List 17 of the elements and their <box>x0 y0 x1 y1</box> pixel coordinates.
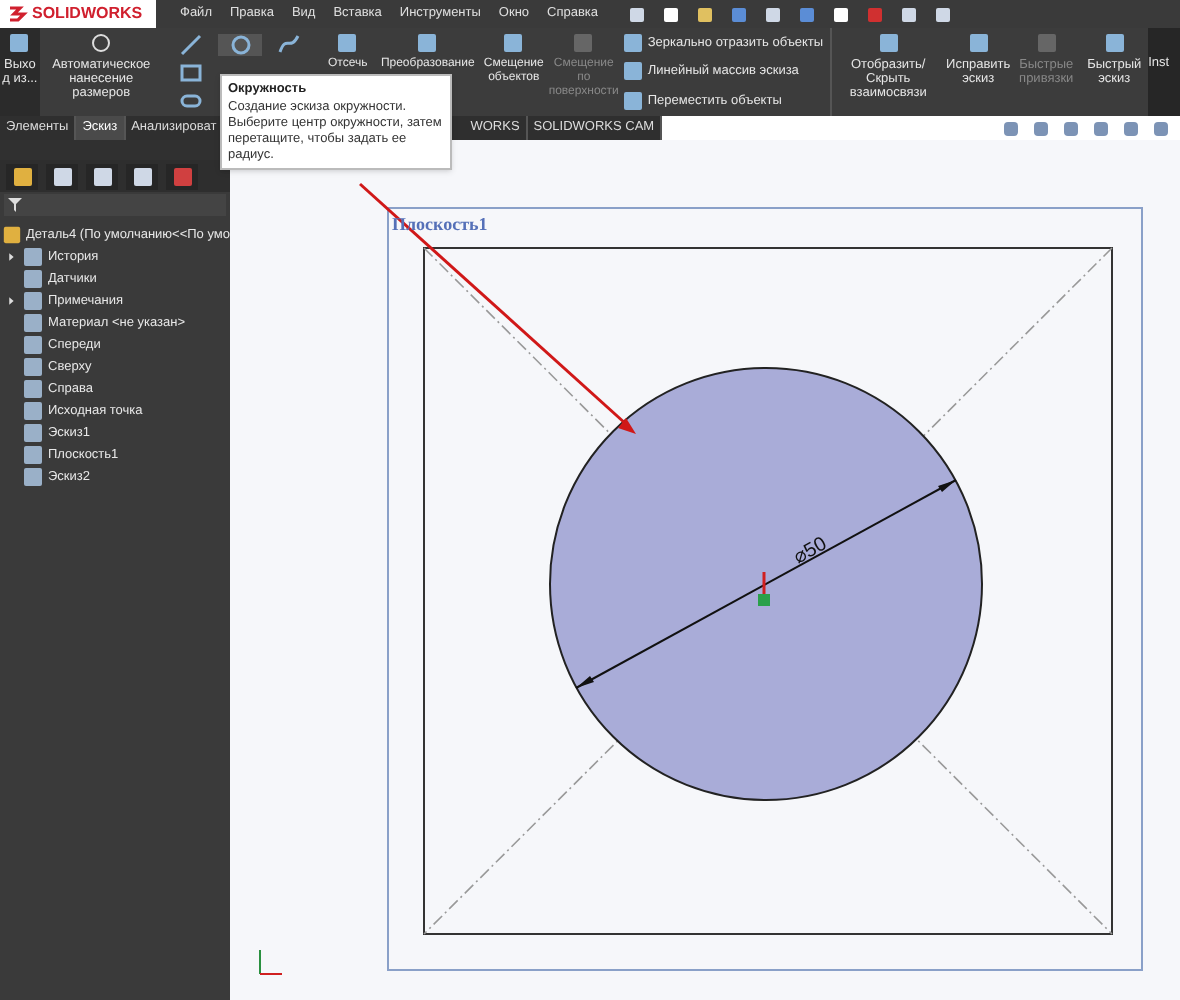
filter-field[interactable] <box>4 194 226 216</box>
origin-marker <box>758 572 770 606</box>
slot-icon <box>179 90 202 112</box>
sketch-tool-button[interactable] <box>218 34 263 56</box>
rectangle-icon <box>179 62 202 84</box>
panel-tab[interactable] <box>126 163 158 189</box>
line-icon <box>179 34 202 56</box>
circle-icon <box>229 34 252 56</box>
panel-tab[interactable] <box>46 163 78 189</box>
axis-triad <box>259 949 283 975</box>
panel-tab[interactable] <box>6 163 38 189</box>
logo-icon <box>8 4 28 24</box>
spline-icon <box>278 34 301 56</box>
diameter-dimension: ⌀50 <box>790 533 831 570</box>
filter-icon <box>8 198 22 212</box>
panel-tab[interactable] <box>86 163 118 189</box>
app-logo: SOLIDWORKS <box>0 0 156 28</box>
